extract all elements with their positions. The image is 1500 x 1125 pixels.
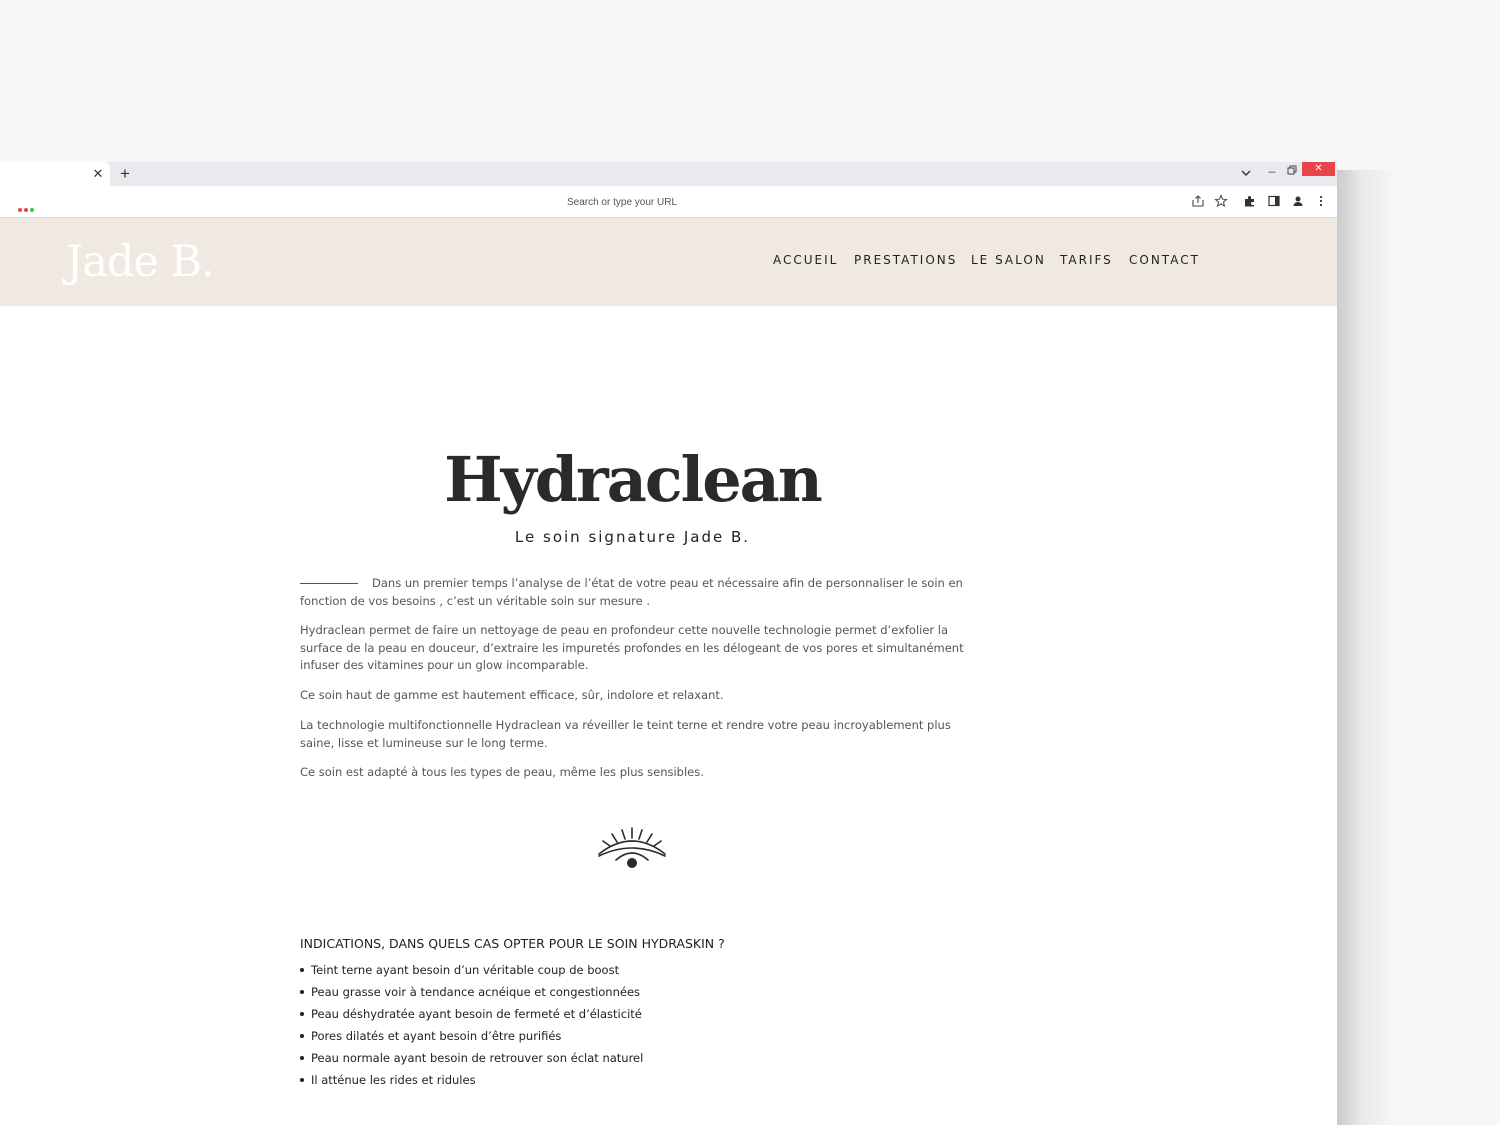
dot-1 bbox=[18, 208, 22, 212]
paragraph-text: Hydraclean permet de faire un nettoyage … bbox=[300, 623, 964, 673]
list-item: Peau normale ayant besoin de retrouver s… bbox=[300, 1050, 644, 1072]
paragraph-text: Ce soin haut de gamme est hautement effi… bbox=[300, 688, 724, 702]
new-tab-button[interactable]: + bbox=[118, 164, 132, 184]
bullet bbox=[300, 990, 304, 994]
paragraph-2: Hydraclean permet de faire un nettoyage … bbox=[300, 622, 965, 675]
bullet bbox=[300, 1078, 304, 1082]
traffic-dots bbox=[18, 199, 36, 217]
paragraph-text: La technologie multifonctionnelle Hydrac… bbox=[300, 718, 951, 750]
site-header: Jade B. ACCUEIL PRESTATIONS LE SALON TAR… bbox=[0, 218, 1337, 306]
chevron-down-icon[interactable] bbox=[1239, 166, 1253, 180]
site-logo[interactable]: Jade B. bbox=[66, 233, 215, 291]
tab-close-icon[interactable]: ✕ bbox=[92, 166, 104, 182]
window-close-button[interactable]: ✕ bbox=[1302, 162, 1335, 176]
list-item: Peau déshydratée ayant besoin de fermeté… bbox=[300, 1006, 643, 1028]
list-item-text: Peau déshydratée ayant besoin de fermeté… bbox=[311, 1007, 642, 1021]
nav-accueil[interactable]: ACCUEIL bbox=[773, 253, 838, 267]
bullet bbox=[300, 1034, 304, 1038]
page-title: Hydraclean bbox=[444, 443, 823, 516]
list-item-text: Pores dilatés et ayant besoin d’être pur… bbox=[311, 1029, 562, 1043]
star-icon[interactable] bbox=[1214, 194, 1228, 208]
paragraph-3: Ce soin haut de gamme est hautement effi… bbox=[300, 687, 965, 705]
list-item: Il atténue les rides et ridules bbox=[300, 1072, 643, 1094]
list-item-text: Peau grasse voir à tendance acnéique et … bbox=[311, 985, 641, 999]
eye-icon bbox=[598, 827, 666, 868]
indications-title: INDICATIONS, DANS QUELS CAS OPTER POUR L… bbox=[300, 936, 725, 951]
minimize-button[interactable]: – bbox=[1266, 164, 1278, 178]
bullet bbox=[300, 1056, 304, 1060]
paragraph-text: Dans un premier temps l’analyse de l’éta… bbox=[300, 576, 963, 608]
bullet bbox=[300, 1012, 304, 1016]
profile-icon[interactable] bbox=[1291, 194, 1305, 208]
intro-paragraph: Dans un premier temps l’analyse de l’éta… bbox=[300, 575, 965, 610]
bullet bbox=[300, 968, 304, 972]
browser-toolbar bbox=[0, 186, 1337, 218]
share-icon[interactable] bbox=[1191, 194, 1205, 208]
tab-strip: ✕ + – ✕ bbox=[0, 162, 1337, 186]
nav-le-salon[interactable]: LE SALON bbox=[971, 253, 1046, 267]
list-item: Pores dilatés et ayant besoin d’être pur… bbox=[300, 1028, 643, 1050]
window-shadow bbox=[1337, 170, 1397, 1125]
list-item: Peau grasse voir à tendance acnéique et … bbox=[300, 984, 643, 1006]
nav-contact[interactable]: CONTACT bbox=[1129, 253, 1200, 267]
browser-window: ✕ + – ✕ Search or type your URL Jade B. … bbox=[0, 162, 1337, 1125]
nav-prestations[interactable]: PRESTATIONS bbox=[854, 253, 957, 267]
dot-3 bbox=[30, 208, 34, 212]
list-item-text: Il atténue les rides et ridules bbox=[311, 1073, 476, 1087]
paragraph-5: Ce soin est adapté à tous les types de p… bbox=[300, 764, 965, 782]
list-item-text: Peau normale ayant besoin de retrouver s… bbox=[311, 1051, 644, 1065]
dot-2 bbox=[24, 208, 28, 212]
paragraph-4: La technologie multifonctionnelle Hydrac… bbox=[300, 717, 965, 752]
list-item-text: Teint terne ayant besoin d’un véritable … bbox=[311, 963, 620, 977]
active-tab[interactable]: ✕ bbox=[0, 162, 110, 186]
more-icon[interactable] bbox=[1314, 194, 1328, 208]
puzzle-icon[interactable] bbox=[1243, 194, 1257, 208]
indications-list: Teint terne ayant besoin d’un véritable … bbox=[300, 962, 643, 1094]
decorative-rule bbox=[300, 583, 358, 584]
nav-tarifs[interactable]: TARIFS bbox=[1060, 253, 1113, 267]
restore-icon[interactable] bbox=[1286, 164, 1298, 176]
address-bar[interactable] bbox=[40, 192, 1204, 212]
paragraph-text: Ce soin est adapté à tous les types de p… bbox=[300, 765, 704, 779]
page-subtitle: Le soin signature Jade B. bbox=[514, 528, 751, 546]
list-item: Teint terne ayant besoin d’un véritable … bbox=[300, 962, 643, 984]
sidepanel-icon[interactable] bbox=[1267, 194, 1281, 208]
